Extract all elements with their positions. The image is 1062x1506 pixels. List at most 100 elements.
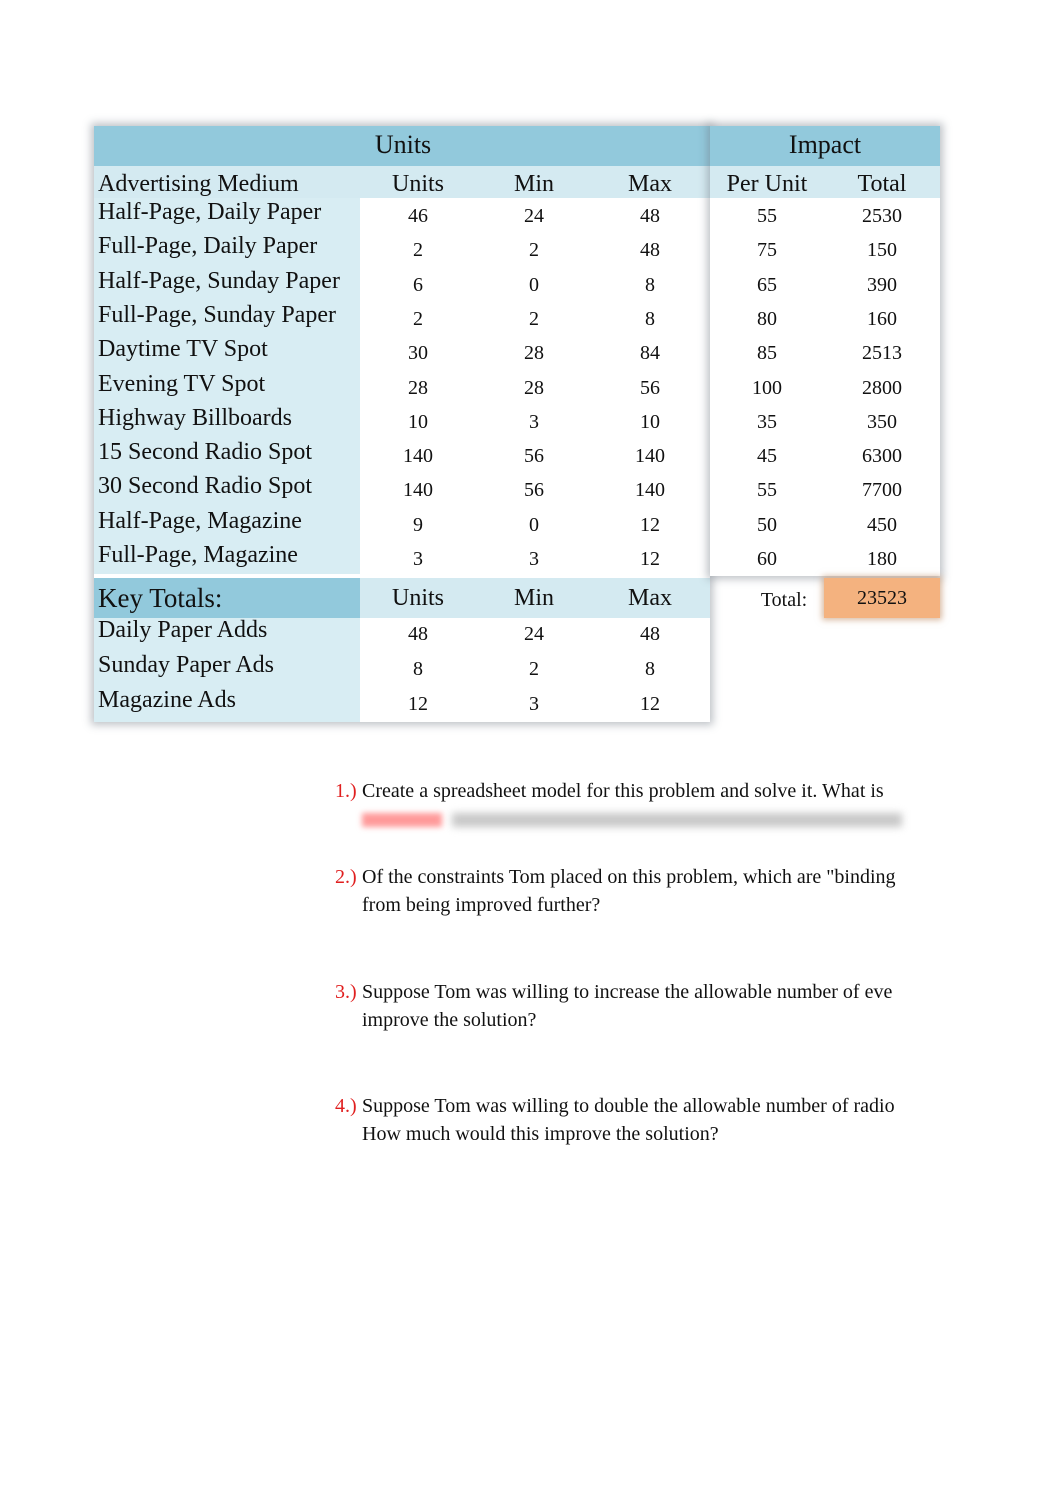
row-total-cell[interactable]: 2800 bbox=[824, 376, 940, 400]
row-max-cell[interactable]: 140 bbox=[592, 478, 708, 502]
key-header-min: Min bbox=[513, 585, 554, 611]
row-min-cell[interactable]: 3 bbox=[476, 410, 592, 434]
impact-group-header: Impact bbox=[788, 130, 862, 159]
row-units-cell[interactable]: 2 bbox=[360, 307, 476, 331]
row-max-cell[interactable]: 48 bbox=[592, 204, 708, 228]
redacted-blur bbox=[452, 813, 902, 828]
row-per-unit-cell[interactable]: 80 bbox=[710, 307, 824, 331]
key-row-units-cell[interactable]: 8 bbox=[360, 657, 476, 681]
row-medium-name: Half-Page, Sunday Paper bbox=[98, 267, 340, 294]
row-total-cell[interactable]: 160 bbox=[824, 307, 940, 331]
row-units-cell[interactable]: 46 bbox=[360, 204, 476, 228]
row-total-cell[interactable]: 2530 bbox=[824, 204, 940, 228]
question-number: 2.) bbox=[335, 866, 357, 888]
row-min-cell[interactable]: 0 bbox=[476, 273, 592, 297]
key-header-units: Units bbox=[391, 585, 444, 611]
row-total-cell[interactable]: 390 bbox=[824, 273, 940, 297]
key-row-min-cell[interactable]: 2 bbox=[476, 657, 592, 681]
header-max: Max bbox=[628, 171, 672, 197]
question-text-line: improve the solution? bbox=[362, 1009, 537, 1031]
row-medium-name: Evening TV Spot bbox=[98, 370, 266, 397]
units-section: Units Advertising Medium Units Min Max H… bbox=[94, 126, 710, 722]
row-per-unit-cell[interactable]: 35 bbox=[710, 410, 824, 434]
row-units-cell[interactable]: 9 bbox=[360, 513, 476, 537]
row-per-unit-cell[interactable]: 60 bbox=[710, 547, 824, 571]
row-total-cell[interactable]: 350 bbox=[824, 410, 940, 434]
row-min-cell[interactable]: 0 bbox=[476, 513, 592, 537]
row-min-cell[interactable]: 56 bbox=[476, 478, 592, 502]
row-units-cell[interactable]: 140 bbox=[360, 444, 476, 468]
row-total-cell[interactable]: 7700 bbox=[824, 478, 940, 502]
row-units-cell[interactable]: 2 bbox=[360, 238, 476, 262]
key-row-max-cell[interactable]: 48 bbox=[592, 622, 708, 646]
question-text-line: Create a spreadsheet model for this prob… bbox=[362, 780, 884, 802]
row-per-unit-cell[interactable]: 50 bbox=[710, 513, 824, 537]
row-max-cell[interactable]: 10 bbox=[592, 410, 708, 434]
row-min-cell[interactable]: 3 bbox=[476, 547, 592, 571]
key-row-label: Magazine Ads bbox=[98, 687, 236, 713]
grand-total-cell[interactable]: 23523 bbox=[824, 578, 940, 618]
row-per-unit-cell[interactable]: 100 bbox=[710, 376, 824, 400]
row-max-cell[interactable]: 84 bbox=[592, 341, 708, 365]
question-text-line: Suppose Tom was willing to increase the … bbox=[362, 981, 893, 1003]
question-number: 3.) bbox=[335, 981, 357, 1003]
row-max-cell[interactable]: 48 bbox=[592, 238, 708, 262]
row-per-unit-cell[interactable]: 75 bbox=[710, 238, 824, 262]
row-medium-name: 15 Second Radio Spot bbox=[98, 439, 312, 466]
header-min: Min bbox=[513, 171, 554, 197]
header-per-unit: Per Unit bbox=[726, 171, 808, 197]
row-max-cell[interactable]: 8 bbox=[592, 273, 708, 297]
row-max-cell[interactable]: 56 bbox=[592, 376, 708, 400]
header-total: Total bbox=[857, 171, 907, 197]
header-advertising-medium: Advertising Medium bbox=[98, 171, 299, 197]
row-min-cell[interactable]: 2 bbox=[476, 307, 592, 331]
row-max-cell[interactable]: 140 bbox=[592, 444, 708, 468]
row-units-cell[interactable]: 10 bbox=[360, 410, 476, 434]
row-units-cell[interactable]: 140 bbox=[360, 478, 476, 502]
key-header-max: Max bbox=[628, 585, 672, 611]
row-total-cell[interactable]: 450 bbox=[824, 513, 940, 537]
row-min-cell[interactable]: 28 bbox=[476, 376, 592, 400]
row-total-cell[interactable]: 150 bbox=[824, 238, 940, 262]
units-group-header: Units bbox=[374, 130, 432, 159]
key-row-max-cell[interactable]: 12 bbox=[592, 692, 708, 716]
question-text-line: Of the constraints Tom placed on this pr… bbox=[362, 866, 896, 888]
row-total-cell[interactable]: 2513 bbox=[824, 341, 940, 365]
row-per-unit-cell[interactable]: 85 bbox=[710, 341, 824, 365]
row-min-cell[interactable]: 24 bbox=[476, 204, 592, 228]
row-min-cell[interactable]: 28 bbox=[476, 341, 592, 365]
row-units-cell[interactable]: 3 bbox=[360, 547, 476, 571]
row-min-cell[interactable]: 2 bbox=[476, 238, 592, 262]
question-text-line: How much would this improve the solution… bbox=[362, 1123, 719, 1145]
key-row-min-cell[interactable]: 3 bbox=[476, 692, 592, 716]
redacted-highlight bbox=[362, 813, 442, 828]
row-medium-name: Daytime TV Spot bbox=[98, 336, 268, 363]
row-max-cell[interactable]: 12 bbox=[592, 513, 708, 537]
key-row-units-cell[interactable]: 12 bbox=[360, 692, 476, 716]
row-max-cell[interactable]: 8 bbox=[592, 307, 708, 331]
row-medium-name: Half-Page, Magazine bbox=[98, 507, 302, 534]
row-max-cell[interactable]: 12 bbox=[592, 547, 708, 571]
row-medium-name: 30 Second Radio Spot bbox=[98, 473, 312, 500]
row-total-cell[interactable]: 180 bbox=[824, 547, 940, 571]
row-units-cell[interactable]: 6 bbox=[360, 273, 476, 297]
row-per-unit-cell[interactable]: 55 bbox=[710, 478, 824, 502]
row-min-cell[interactable]: 56 bbox=[476, 444, 592, 468]
row-total-cell[interactable]: 6300 bbox=[824, 444, 940, 468]
key-row-units-cell[interactable]: 48 bbox=[360, 622, 476, 646]
key-row-min-cell[interactable]: 24 bbox=[476, 622, 592, 646]
row-per-unit-cell[interactable]: 45 bbox=[710, 444, 824, 468]
question-text-line: from being improved further? bbox=[362, 894, 601, 916]
redacted-text bbox=[362, 805, 962, 833]
key-row-max-cell[interactable]: 8 bbox=[592, 657, 708, 681]
row-units-cell[interactable]: 28 bbox=[360, 376, 476, 400]
impact-section: Impact Per Unit Total 55 2530 75 150 65 390 80… bbox=[710, 126, 940, 576]
key-row-label: Sunday Paper Ads bbox=[98, 652, 274, 678]
row-units-cell[interactable]: 30 bbox=[360, 341, 476, 365]
question-number: 1.) bbox=[335, 780, 357, 802]
row-medium-name: Full-Page, Magazine bbox=[98, 542, 298, 568]
header-units: Units bbox=[391, 171, 444, 197]
row-per-unit-cell[interactable]: 55 bbox=[710, 204, 824, 228]
row-per-unit-cell[interactable]: 65 bbox=[710, 273, 824, 297]
question-text-line: Suppose Tom was willing to double the al… bbox=[362, 1095, 895, 1117]
